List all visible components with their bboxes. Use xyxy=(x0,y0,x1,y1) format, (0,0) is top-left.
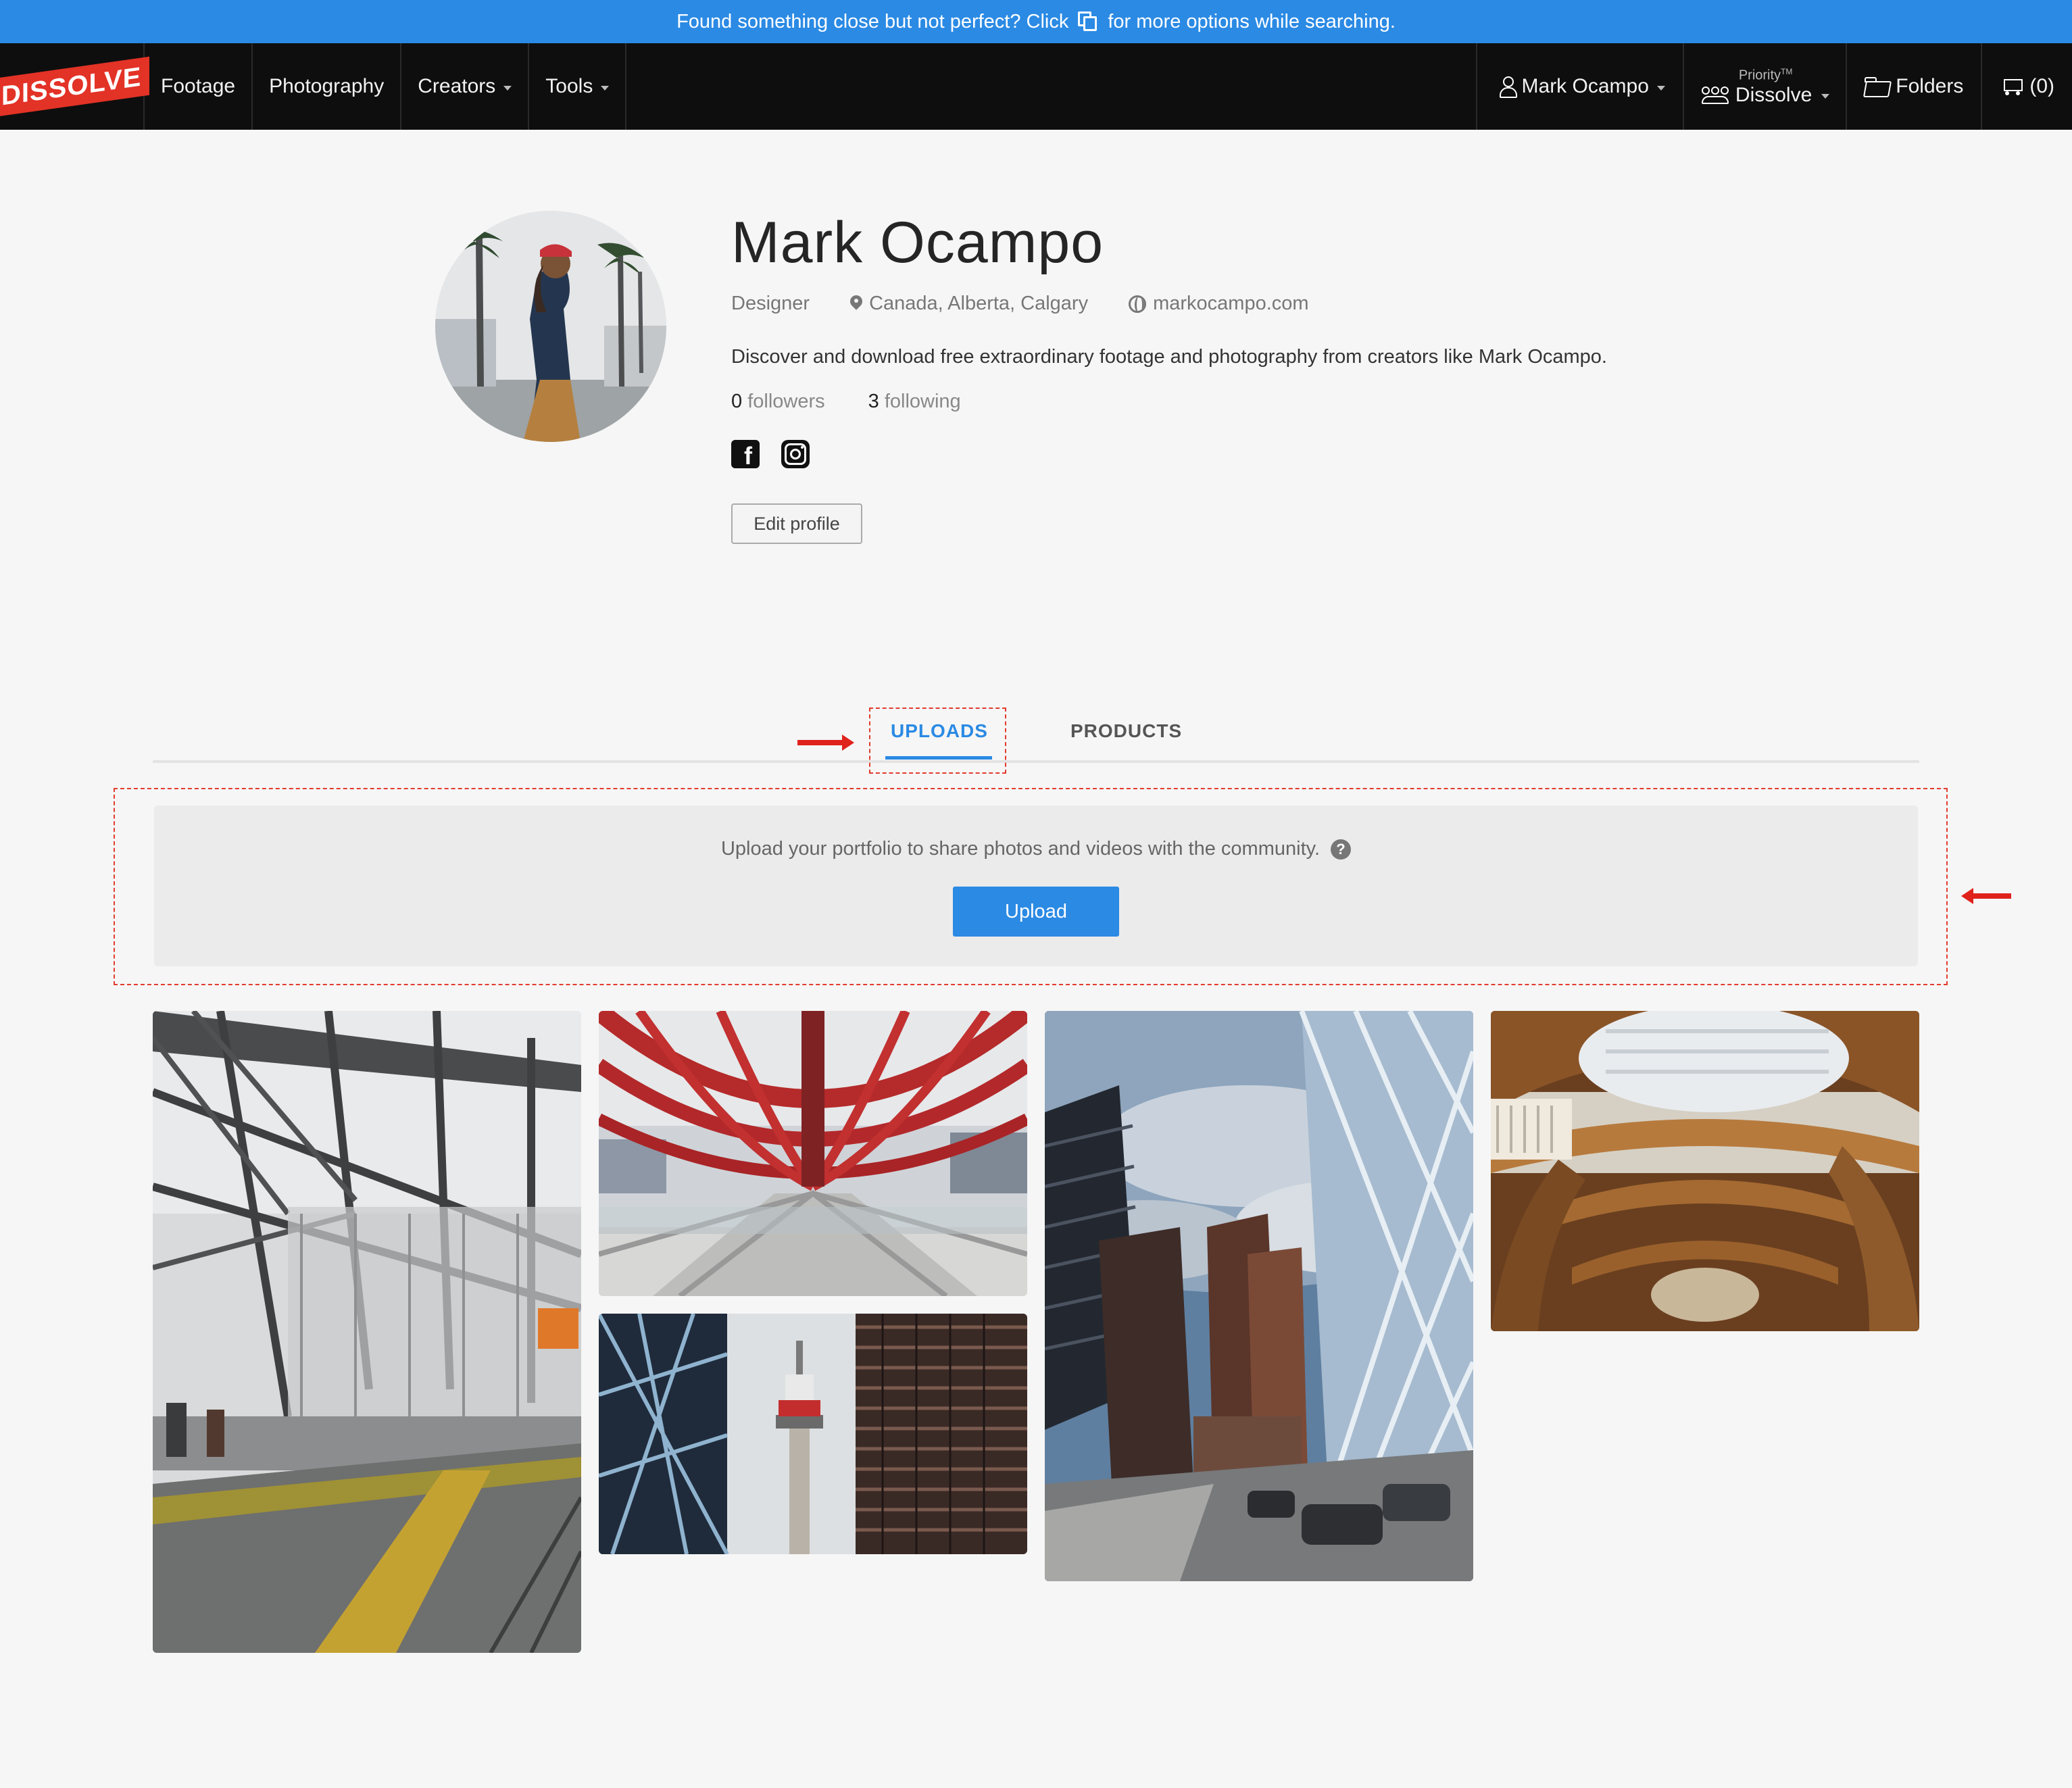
profile-website-text[interactable]: markocampo.com xyxy=(1153,293,1308,315)
folder-icon xyxy=(1865,77,1890,96)
annotation-box-tab xyxy=(869,707,1006,774)
tab-products[interactable]: PRODUCTS xyxy=(1070,720,1182,742)
chevron-down-icon xyxy=(503,85,512,91)
priority-small-label: PriorityTM xyxy=(1738,67,1793,83)
globe-icon xyxy=(1129,295,1147,313)
user-icon xyxy=(1499,76,1517,98)
peace-bridge-image xyxy=(599,1011,1027,1296)
train-platform-image xyxy=(153,1011,581,1653)
upload-message-text: Upload your portfolio to share photos an… xyxy=(720,838,1321,860)
profile-name: Mark Ocampo xyxy=(731,210,1104,275)
profile-bio: Discover and download free extraordinary… xyxy=(731,346,1607,368)
following-label: following xyxy=(884,391,961,412)
profile-website[interactable]: markocampo.com xyxy=(1129,293,1309,315)
photo-calgary-tower[interactable] xyxy=(599,1314,1027,1554)
nav-creators-label: Creators xyxy=(418,75,496,97)
nav-user-menu[interactable]: Mark Ocampo xyxy=(1477,43,1684,130)
photo-peace-bridge[interactable] xyxy=(599,1011,1027,1296)
instagram-icon[interactable] xyxy=(781,440,810,468)
following-stat[interactable]: 3 following xyxy=(868,391,961,413)
annotation-arrow-right xyxy=(797,735,854,751)
copy-icon[interactable] xyxy=(1078,11,1098,32)
social-links: f xyxy=(731,440,1637,468)
nav-cart[interactable]: (0) xyxy=(1982,43,2072,130)
priority-block: PriorityTM Dissolve xyxy=(1701,67,1830,106)
nav-tools-label: Tools xyxy=(545,75,593,97)
followers-count: 0 xyxy=(731,391,743,412)
location-pin-icon xyxy=(850,295,862,313)
photo-train-platform[interactable] xyxy=(153,1011,581,1653)
library-interior-image xyxy=(1491,1011,1919,1331)
profile-meta: Designer Canada, Alberta, Calgary markoc… xyxy=(731,293,1637,315)
skyscrapers-image xyxy=(1045,1011,1473,1581)
notice-text-after: for more options while searching. xyxy=(1108,10,1396,32)
profile-role: Designer xyxy=(731,293,810,314)
profile-info: Mark Ocampo Designer Canada, Alberta, Ca… xyxy=(731,209,1637,544)
nav-right: Mark Ocampo PriorityTM Dissolve Folders … xyxy=(1475,43,2072,130)
team-icon xyxy=(1701,86,1729,104)
profile-stats: 0 followers 3 following xyxy=(731,391,1637,413)
nav-folders[interactable]: Folders xyxy=(1847,43,1983,130)
followers-stat[interactable]: 0 followers xyxy=(731,391,825,413)
upload-button[interactable]: Upload xyxy=(953,887,1119,937)
upload-message: Upload your portfolio to share photos an… xyxy=(154,838,1918,860)
photo-library-interior[interactable] xyxy=(1491,1011,1919,1331)
trademark-mark: TM xyxy=(1781,67,1793,77)
priority-row: Dissolve xyxy=(1701,83,1830,106)
dissolve-logo: DISSOLVE xyxy=(0,56,150,117)
avatar-photo xyxy=(435,211,666,442)
nav-photography[interactable]: Photography xyxy=(253,43,402,130)
notice-banner: Found something close but not perfect? C… xyxy=(0,0,2072,43)
nav-priority-dissolve[interactable]: PriorityTM Dissolve xyxy=(1684,43,1848,130)
nav-creators[interactable]: Creators xyxy=(401,43,530,130)
followers-label: followers xyxy=(747,391,825,412)
nav-footage-label: Footage xyxy=(161,75,236,97)
following-count: 3 xyxy=(868,391,879,412)
chevron-down-icon xyxy=(1821,94,1830,99)
facebook-icon[interactable]: f xyxy=(731,440,760,468)
logo-link[interactable]: DISSOLVE xyxy=(0,43,150,130)
calgary-tower-image xyxy=(599,1314,1027,1554)
avatar xyxy=(435,211,666,442)
profile-location-text: Canada, Alberta, Calgary xyxy=(869,293,1089,314)
profile-location: Canada, Alberta, Calgary xyxy=(850,293,1088,315)
help-icon[interactable]: ? xyxy=(1331,839,1352,860)
nav-tools[interactable]: Tools xyxy=(529,43,627,130)
tabs-divider xyxy=(153,760,1919,763)
nav-user-label: Mark Ocampo xyxy=(1521,75,1649,97)
photo-downtown-skyscrapers[interactable] xyxy=(1045,1011,1473,1581)
priority-label: Dissolve xyxy=(1735,83,1812,106)
cart-icon xyxy=(2001,76,2024,97)
annotation-arrow-left xyxy=(1961,888,2011,904)
chevron-down-icon xyxy=(1656,85,1665,91)
nav-cart-label: (0) xyxy=(2029,75,2054,97)
nav-photography-label: Photography xyxy=(269,75,385,97)
notice-text-before: Found something close but not perfect? C… xyxy=(676,10,1069,32)
edit-profile-button[interactable]: Edit profile xyxy=(731,503,862,544)
nav-folders-label: Folders xyxy=(1896,75,1964,97)
chevron-down-icon xyxy=(601,85,610,91)
navbar: DISSOLVE Footage Photography Creators To… xyxy=(0,43,2072,130)
upload-panel: Upload your portfolio to share photos an… xyxy=(154,805,1918,966)
nav-footage[interactable]: Footage xyxy=(145,43,253,130)
